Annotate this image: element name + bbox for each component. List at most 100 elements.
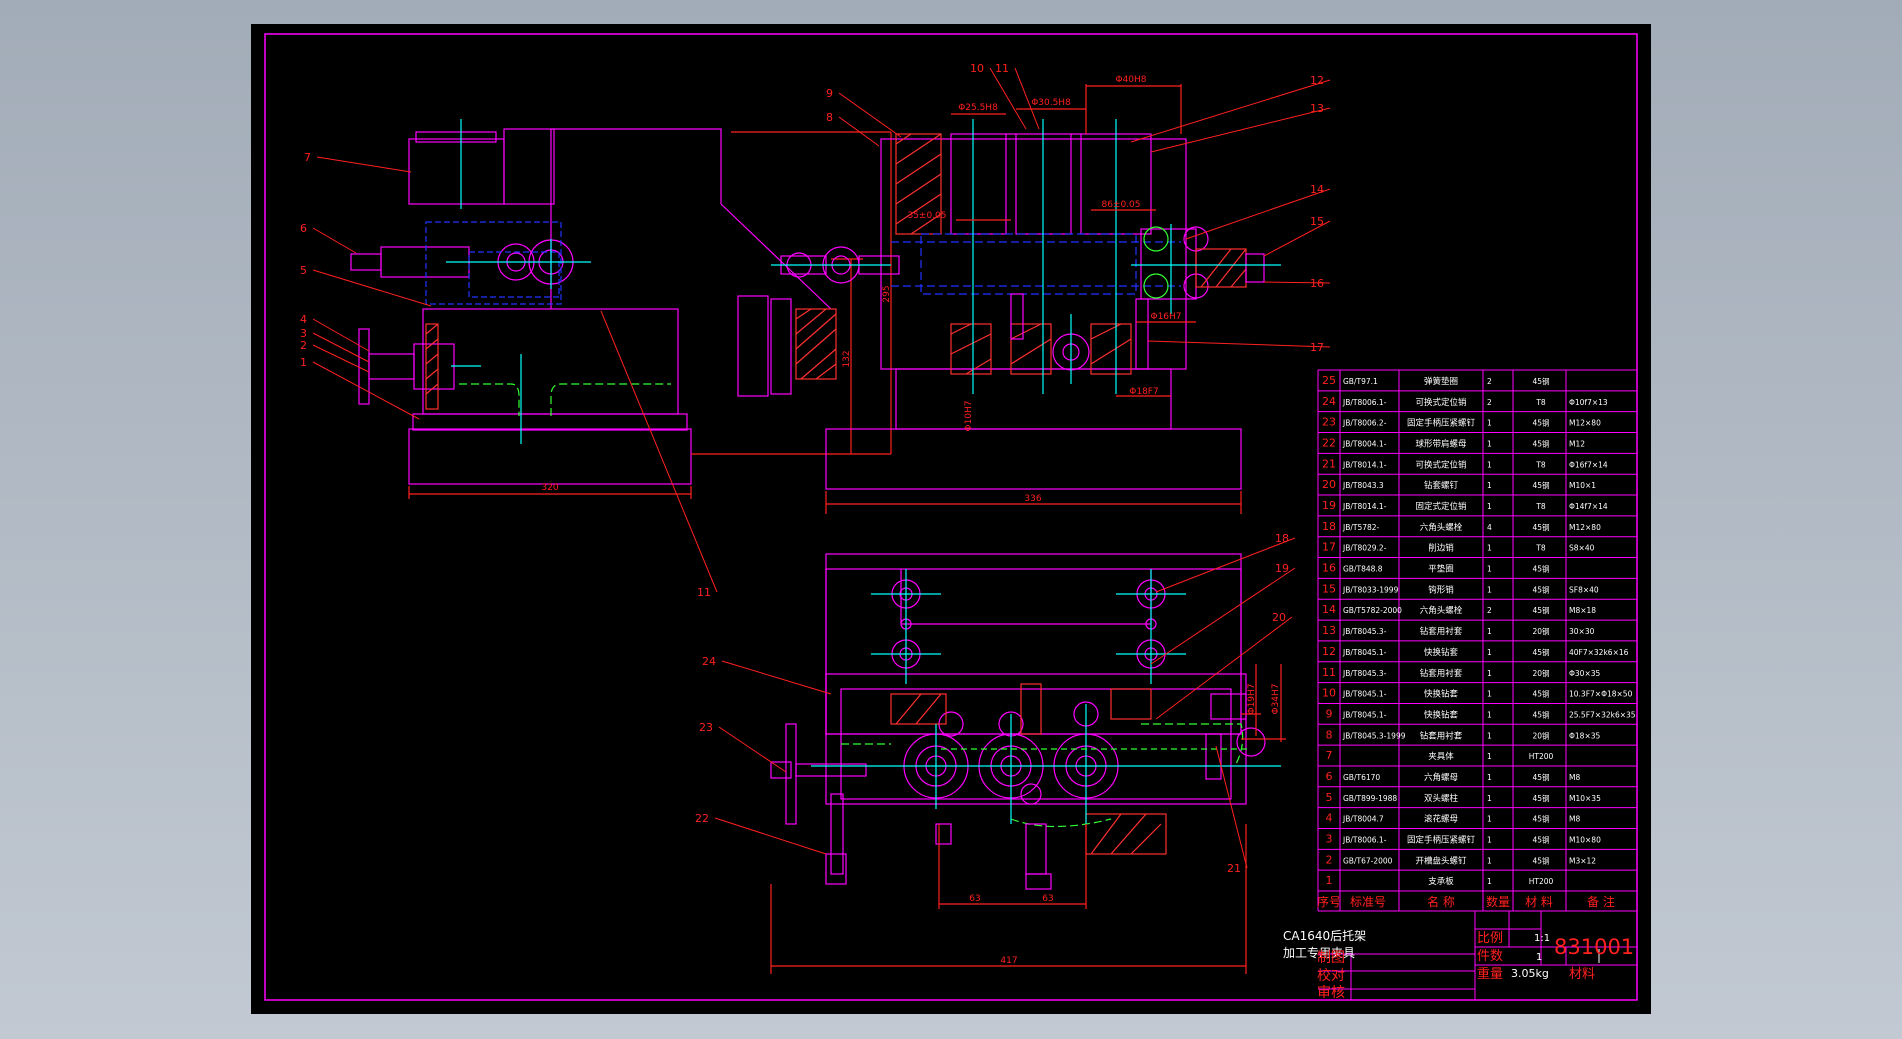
balloon-top-view: 21 bbox=[1227, 862, 1241, 875]
leader-line bbox=[600, 310, 718, 593]
bom-cell-qty: 1 bbox=[1487, 565, 1492, 574]
bom-cell-note: 10.3F7×Φ18×50 bbox=[1569, 690, 1633, 699]
balloon-front-view: 12 bbox=[1310, 74, 1324, 87]
balloon-left-view: 1 bbox=[300, 356, 307, 369]
bom-grid bbox=[1317, 369, 1638, 912]
dim-left-view-width: 320 bbox=[541, 483, 558, 493]
bom-cell-mat: T8 bbox=[1535, 502, 1546, 511]
bom-cell-name: 固定手柄压紧螺钉 bbox=[1407, 418, 1476, 429]
balloon-top-view: 18 bbox=[1275, 532, 1289, 545]
dim-front-view-dia-18: Φ18F7 bbox=[1129, 387, 1158, 397]
balloon-front-view: 9 bbox=[826, 87, 833, 100]
leader-line bbox=[1185, 188, 1331, 240]
leader-line bbox=[312, 332, 370, 363]
dimension-labels: 320295132336Φ25.5H8 Φ30.5H8Φ40H835±0.0586… bbox=[541, 75, 1281, 966]
drawn-by-label: 制图 bbox=[1317, 950, 1345, 966]
bom-cell-no: 6 bbox=[1326, 770, 1333, 783]
balloon-left-view: 4 bbox=[300, 313, 307, 326]
bom-cell-no: 16 bbox=[1322, 562, 1336, 575]
bom-cell-name: 六角头螺栓 bbox=[1420, 605, 1463, 616]
bom-cell-std: GB/T6170 bbox=[1343, 773, 1380, 782]
bom-header-name: 名 称 bbox=[1427, 894, 1455, 909]
bom-cell-qty: 1 bbox=[1487, 419, 1492, 428]
bom-cell-note: M8 bbox=[1569, 773, 1580, 782]
left-view bbox=[350, 119, 892, 499]
bom-cell-mat: 45钢 bbox=[1532, 647, 1549, 657]
bom-cell-qty: 1 bbox=[1487, 877, 1492, 886]
bom-cell-std: JB/T8033-1999 bbox=[1342, 585, 1399, 594]
bom-cell-name: 弹簧垫圈 bbox=[1424, 376, 1458, 387]
bom-cell-std: JB/T8014.1- bbox=[1342, 502, 1387, 511]
bom-cell-std: JB/T8045.1- bbox=[1342, 690, 1387, 699]
leader-line bbox=[989, 67, 1027, 130]
bom-cell-name: 固定手柄压紧螺钉 bbox=[1407, 834, 1476, 845]
bom-cell-std: JB/T8043.3 bbox=[1342, 481, 1384, 490]
bom-cell-note: M8 bbox=[1569, 815, 1580, 824]
bom-cell-mat: 45钢 bbox=[1532, 376, 1549, 386]
bom-header-std: 标准号 bbox=[1350, 895, 1386, 909]
leader-line bbox=[312, 344, 370, 373]
balloon-top-view: 24 bbox=[702, 655, 716, 668]
bom-cell-qty: 4 bbox=[1487, 523, 1492, 532]
bom-cell-mat: HT200 bbox=[1529, 752, 1554, 761]
bom-cell-note: M8×18 bbox=[1569, 606, 1596, 615]
balloon-top-view: 19 bbox=[1275, 562, 1289, 575]
bom-cell-name: 钻套用衬套 bbox=[1420, 668, 1463, 679]
bom-cell-name: 支承板 bbox=[1428, 876, 1454, 887]
bom-cell-mat: 45钢 bbox=[1532, 439, 1549, 449]
bom-cell-name: 平垫圈 bbox=[1428, 564, 1454, 575]
balloon-top-view: 23 bbox=[699, 721, 713, 734]
bom-cell-no: 9 bbox=[1326, 707, 1333, 720]
bom-cell-mat: 45钢 bbox=[1532, 584, 1549, 594]
balloon-left-view: 7 bbox=[304, 151, 311, 164]
bom-cell-qty: 1 bbox=[1487, 731, 1492, 740]
bom-cell-std: GB/T67-2000 bbox=[1343, 856, 1393, 865]
bom-header-no: 序号 bbox=[1317, 894, 1341, 909]
bom-cell-note: 25.5F7×32k6×35 bbox=[1569, 710, 1636, 719]
reviewed-by-label: 审核 bbox=[1317, 985, 1345, 1001]
bom-cell-qty: 1 bbox=[1487, 669, 1492, 678]
balloon-front-view: 16 bbox=[1310, 277, 1324, 290]
balloon-front-view: 8 bbox=[826, 111, 833, 124]
bom-cell-no: 7 bbox=[1326, 749, 1333, 762]
bom-cell-no: 15 bbox=[1322, 582, 1336, 595]
bom-cell-mat: 45钢 bbox=[1532, 689, 1549, 699]
dim-front-view-bore-a: Φ25.5H8 bbox=[958, 103, 998, 113]
bom-cell-no: 21 bbox=[1322, 457, 1336, 470]
bom-cell-note: Φ16f7×14 bbox=[1569, 460, 1608, 469]
bom-cell-name: 滚花螺母 bbox=[1424, 814, 1458, 825]
bom-cell-std: JB/T8014.1- bbox=[1342, 460, 1387, 469]
front-view bbox=[771, 84, 1281, 514]
bom-cell-note: Φ10f7×13 bbox=[1569, 398, 1608, 407]
balloon-front-view: 13 bbox=[1310, 102, 1324, 115]
bom-header-qty: 数量 bbox=[1486, 894, 1510, 909]
bom-cell-no: 5 bbox=[1326, 791, 1333, 804]
dim-top-view-pitch-1: 63 bbox=[969, 894, 980, 904]
material-label: 材料 bbox=[1569, 967, 1595, 982]
bom-cell-mat: 45钢 bbox=[1532, 772, 1549, 782]
bom-header-mat: 材 料 bbox=[1525, 895, 1553, 909]
bom-cell-note: M10×1 bbox=[1569, 481, 1596, 490]
balloon-labels: 7654321119810 111213141516171819202423222… bbox=[300, 62, 1331, 875]
leader-line bbox=[838, 92, 902, 138]
bom-cell-mat: 45钢 bbox=[1532, 793, 1549, 803]
checked-by-label: 校对 bbox=[1317, 967, 1345, 984]
bom-cell-qty: 2 bbox=[1487, 398, 1492, 407]
bom-cell-no: 20 bbox=[1322, 478, 1336, 491]
bom-cell-qty: 1 bbox=[1487, 460, 1492, 469]
bom-cell-std: JB/T8045.3-1999 bbox=[1342, 731, 1406, 740]
bom-cell-qty: 1 bbox=[1487, 690, 1492, 699]
balloon-left-view: 6 bbox=[300, 222, 307, 235]
bom-cell-no: 17 bbox=[1322, 541, 1336, 554]
bom-cell-mat: HT200 bbox=[1529, 877, 1554, 886]
bom-cell-no: 3 bbox=[1326, 832, 1333, 845]
dim-top-view-offset-2: Φ34H7 bbox=[1271, 683, 1281, 714]
bom-cell-name: 可换式定位销 bbox=[1415, 397, 1467, 408]
balloon-front-view: 11 bbox=[995, 62, 1009, 75]
bom-cell-no: 24 bbox=[1322, 395, 1336, 408]
bom-cell-mat: 45钢 bbox=[1532, 605, 1549, 615]
bom-cell-qty: 1 bbox=[1487, 835, 1492, 844]
balloon-top-view: 20 bbox=[1272, 611, 1286, 624]
bom-cell-no: 25 bbox=[1322, 374, 1336, 387]
bom-cell-no: 4 bbox=[1326, 812, 1333, 825]
